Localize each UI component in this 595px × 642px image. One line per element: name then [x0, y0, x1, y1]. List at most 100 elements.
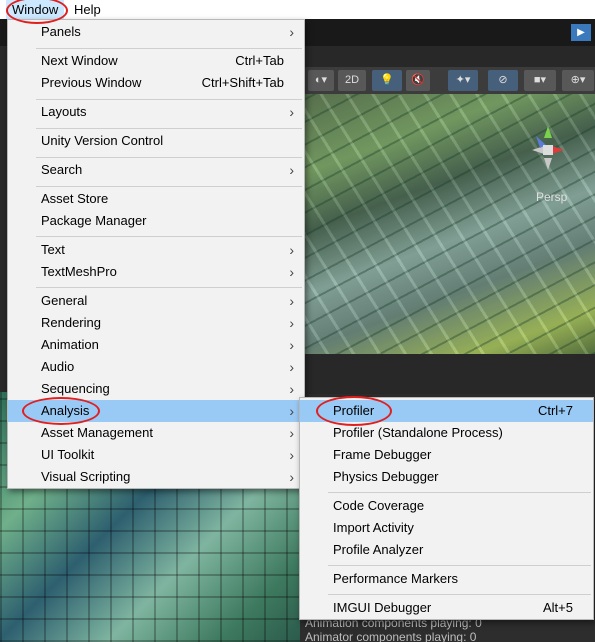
menu-item-unity-version-control[interactable]: Unity Version Control [8, 130, 304, 152]
menu-item-label: Previous Window [41, 75, 142, 90]
chevron-right-icon: › [289, 264, 294, 280]
menu-item-label: Rendering [41, 315, 101, 330]
effects-icon[interactable]: ✦▾ [448, 70, 478, 91]
menu-item-label: Visual Scripting [41, 469, 131, 484]
menu-item-label: Layouts [41, 104, 87, 119]
menu-item-label: Code Coverage [333, 498, 425, 513]
chevron-right-icon: › [289, 425, 294, 441]
separator [36, 48, 302, 49]
chevron-right-icon: › [289, 315, 294, 331]
menu-item-profile-analyzer[interactable]: Profile Analyzer [300, 539, 593, 561]
chevron-right-icon: › [289, 24, 294, 40]
chevron-right-icon: › [289, 447, 294, 463]
separator [328, 492, 591, 493]
menu-item-label: Profiler (Standalone Process) [333, 425, 503, 440]
menu-item-label: Import Activity [333, 520, 414, 535]
separator [36, 236, 302, 237]
menu-item-rendering[interactable]: Rendering › [8, 312, 304, 334]
menu-item-label: Package Manager [41, 213, 147, 228]
menu-item-label: Analysis [41, 403, 90, 418]
shortcut-label: Ctrl+Tab [235, 53, 284, 68]
chevron-right-icon: › [289, 293, 294, 309]
chevron-right-icon: › [289, 104, 294, 120]
menu-item-import-activity[interactable]: Import Activity [300, 517, 593, 539]
shortcut-label: Ctrl+Shift+Tab [201, 75, 284, 90]
gizmos-icon[interactable]: ⊕▾ [562, 70, 594, 91]
menu-item-imgui-debugger[interactable]: IMGUI Debugger Alt+5 [300, 597, 593, 619]
menu-item-label: Performance Markers [333, 571, 458, 586]
menu-item-frame-debugger[interactable]: Frame Debugger [300, 444, 593, 466]
separator [36, 128, 302, 129]
menu-item-label: Profile Analyzer [333, 542, 424, 557]
menu-item-panels[interactable]: Panels › [8, 21, 304, 43]
menu-item-code-coverage[interactable]: Code Coverage [300, 495, 593, 517]
scene-toolbar: ◐▾ 2D 💡 🔇 ✦▾ ⊘ ■▾ ⊕▾ [300, 67, 595, 94]
menu-item-label: Search [41, 162, 83, 177]
menu-item-label: Unity Version Control [41, 133, 164, 148]
panel-divider [300, 354, 595, 394]
chevron-right-icon: › [289, 381, 294, 397]
hidden-objects-icon[interactable]: ⊘ [488, 70, 518, 91]
menu-item-profiler-standalone[interactable]: Profiler (Standalone Process) [300, 422, 593, 444]
mode-2d-button[interactable]: 2D [338, 70, 366, 91]
menu-item-general[interactable]: General › [8, 290, 304, 312]
menu-item-visual-scripting[interactable]: Visual Scripting › [8, 466, 304, 488]
shortcut-label: Ctrl+7 [537, 403, 573, 418]
menu-item-label: Profiler [333, 403, 375, 418]
menu-item-label: UI Toolkit [41, 447, 95, 462]
view-mode-label[interactable]: Persp [536, 190, 567, 204]
chevron-right-icon: › [289, 242, 294, 258]
chevron-right-icon: › [289, 359, 294, 375]
menu-item-analysis[interactable]: Analysis › [8, 400, 304, 422]
menu-bar: Window Help [0, 0, 595, 19]
chevron-right-icon: › [289, 337, 294, 353]
light-bulb-icon[interactable]: 💡 [372, 70, 402, 91]
menu-item-label: TextMeshPro [41, 264, 117, 279]
menu-window[interactable]: Window [6, 0, 65, 19]
menu-item-label: Next Window [41, 53, 118, 68]
menu-item-label: Panels [41, 24, 81, 39]
menu-item-search[interactable]: Search › [8, 159, 304, 181]
separator [36, 99, 302, 100]
separator [36, 186, 302, 187]
menu-item-label: IMGUI Debugger [333, 600, 432, 615]
menu-item-label: Text [41, 242, 65, 257]
separator [36, 157, 302, 158]
menu-item-textmeshpro[interactable]: TextMeshPro › [8, 261, 304, 283]
menu-item-label: General [41, 293, 88, 308]
menu-item-sequencing[interactable]: Sequencing › [8, 378, 304, 400]
menu-item-layouts[interactable]: Layouts › [8, 101, 304, 123]
menu-item-text[interactable]: Text › [8, 239, 304, 261]
menu-item-label: Sequencing [41, 381, 110, 396]
analysis-submenu: Profiler Ctrl+7 Profiler (Standalone Pro… [299, 397, 594, 620]
menu-item-previous-window[interactable]: Previous Window Ctrl+Shift+Tab [8, 72, 304, 94]
menu-item-next-window[interactable]: Next Window Ctrl+Tab [8, 50, 304, 72]
menu-item-asset-management[interactable]: Asset Management › [8, 422, 304, 444]
chevron-right-icon: › [289, 469, 294, 485]
shortcut-label: Alt+5 [543, 600, 573, 615]
chevron-right-icon: › [289, 403, 294, 419]
menu-item-package-manager[interactable]: Package Manager [8, 210, 304, 232]
menu-item-performance-markers[interactable]: Performance Markers [300, 568, 593, 590]
separator [328, 594, 591, 595]
play-icon[interactable]: ▶ [571, 24, 591, 41]
menu-item-asset-store[interactable]: Asset Store [8, 188, 304, 210]
menu-item-label: Animation [41, 337, 99, 352]
menu-item-ui-toolkit[interactable]: UI Toolkit › [8, 444, 304, 466]
menu-item-label: Physics Debugger [333, 469, 439, 484]
menu-item-profiler[interactable]: Profiler Ctrl+7 [300, 400, 593, 422]
audio-mute-icon[interactable]: 🔇 [406, 70, 430, 91]
window-menu: Panels › Next Window Ctrl+Tab Previous W… [7, 19, 305, 489]
menu-item-label: Asset Management [41, 425, 154, 440]
separator [36, 287, 302, 288]
circle-dropdown-icon[interactable]: ◐▾ [308, 70, 334, 91]
menu-item-physics-debugger[interactable]: Physics Debugger [300, 466, 593, 488]
menu-help[interactable]: Help [68, 0, 107, 19]
menu-item-label: Asset Store [41, 191, 109, 206]
menu-item-audio[interactable]: Audio › [8, 356, 304, 378]
stat-animator: Animator components playing: 0 [305, 630, 477, 642]
camera-icon[interactable]: ■▾ [524, 70, 556, 91]
menu-item-animation[interactable]: Animation › [8, 334, 304, 356]
chevron-right-icon: › [289, 162, 294, 178]
orientation-gizmo-icon[interactable] [520, 118, 576, 188]
